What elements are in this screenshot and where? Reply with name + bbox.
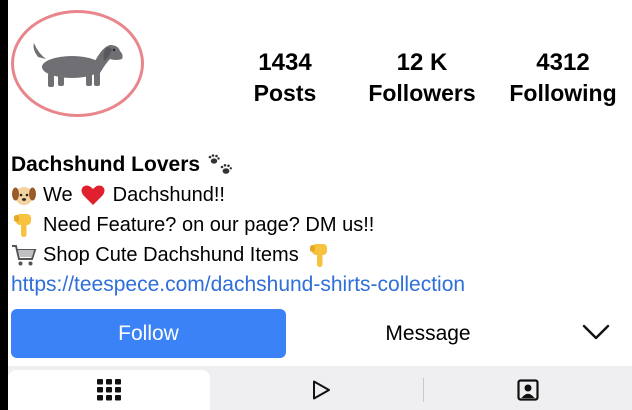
profile-name: Dachshund Lovers [11, 153, 201, 176]
reels-play-icon [313, 380, 330, 400]
grid-icon [97, 379, 121, 401]
dachshund-icon [33, 42, 123, 87]
bio-shop-text: Shop Cute Dachshund Items [43, 244, 299, 266]
bio-line-feature: Need Feature? on our page? DM us!! [11, 210, 621, 240]
shopping-cart-icon [12, 245, 37, 266]
paw-prints-icon [208, 154, 233, 174]
profile-tabbar [8, 366, 632, 410]
followers-label: Followers [368, 80, 476, 106]
bio-dachshund-text: Dachshund!! [112, 184, 225, 206]
bio-line-love: We Dachshund!! [11, 180, 621, 210]
tagged-person-icon [517, 379, 539, 401]
profile-bio: Dachshund Lovers We Dachshund!! Need Fea… [11, 150, 621, 300]
follow-button[interactable]: Follow [11, 309, 286, 358]
profile-avatar[interactable] [11, 10, 144, 117]
pointing-down-icon [14, 214, 31, 237]
profile-name-row: Dachshund Lovers [11, 150, 621, 180]
tab-posts-grid[interactable] [8, 370, 210, 410]
bio-feature-text: Need Feature? on our page? DM us!! [43, 214, 375, 236]
red-heart-icon [81, 185, 105, 205]
posts-label: Posts [253, 80, 317, 106]
stat-posts[interactable]: 1434 Posts [240, 48, 330, 108]
profile-screen: 1434 Posts 12 K Followers 4312 Following… [8, 0, 632, 410]
message-button[interactable]: Message [338, 309, 518, 358]
followers-count: 12 K [396, 49, 448, 76]
suggested-accounts-button[interactable] [578, 312, 614, 352]
stat-followers[interactable]: 12 K Followers [362, 48, 482, 108]
following-label: Following [509, 80, 617, 106]
tab-reels[interactable] [218, 370, 424, 410]
profile-website-link[interactable]: https://teespece.com/dachshund-shirts-co… [11, 270, 621, 300]
bio-we-text: We [43, 184, 73, 206]
chevron-down-icon [582, 324, 610, 340]
stat-following[interactable]: 4312 Following [496, 48, 630, 108]
posts-count: 1434 [258, 49, 312, 76]
pointing-down-icon [309, 244, 327, 267]
tab-tagged[interactable] [424, 370, 632, 410]
bio-line-shop: Shop Cute Dachshund Items [11, 240, 621, 270]
puppy-face-icon [12, 187, 36, 205]
following-count: 4312 [536, 49, 590, 76]
